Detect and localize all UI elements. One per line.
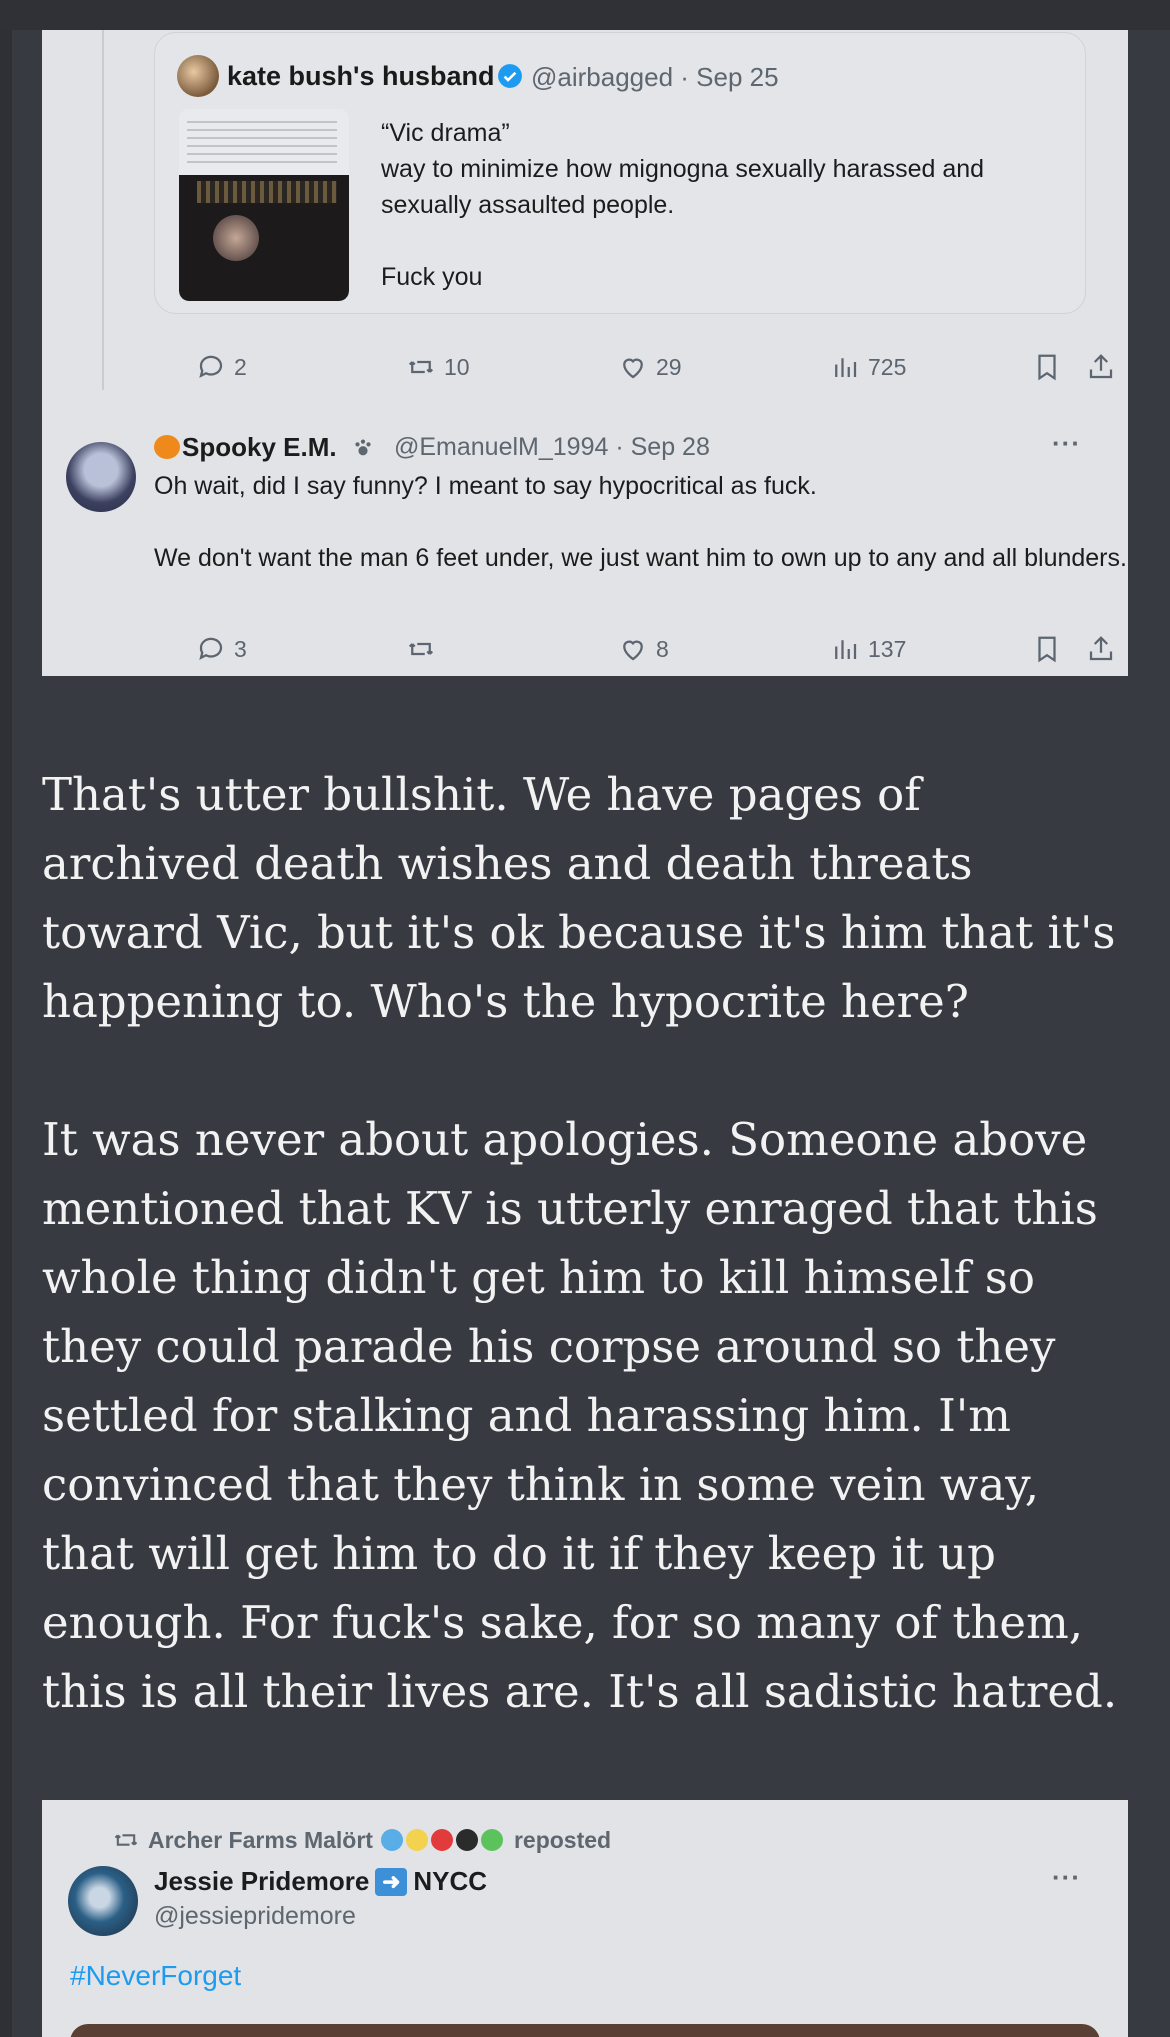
bear-paw-icon xyxy=(355,439,371,456)
thumbnail-face xyxy=(213,215,259,261)
author-name: Spooky E.M. xyxy=(154,432,374,463)
post-body: That's utter bullshit. We have pages of … xyxy=(42,760,1132,1726)
author-name: kate bush's husband xyxy=(227,61,495,91)
thumbnail-stage xyxy=(197,181,337,203)
tweet-line xyxy=(381,223,1061,259)
yellow-heart-icon xyxy=(405,1828,428,1851)
handle-and-date: @airbagged · Sep 25 xyxy=(531,62,779,92)
views-button[interactable]: 725 xyxy=(830,352,906,382)
black-heart-icon xyxy=(455,1828,478,1851)
repost-icon xyxy=(114,1834,138,1846)
left-rail xyxy=(0,30,12,2037)
heart-emojis xyxy=(380,1827,506,1854)
share-button[interactable] xyxy=(1086,634,1116,664)
bookmark-icon xyxy=(1038,354,1056,381)
author-name[interactable]: Jessie Pridemore ➜ NYCC xyxy=(154,1866,487,1897)
heart-icon xyxy=(623,640,643,661)
tweet-line: way to minimize how mignogna sexually ha… xyxy=(381,155,985,219)
like-button[interactable]: 8 xyxy=(618,634,669,664)
repost-header: Archer Farms Malört reposted xyxy=(112,1826,611,1854)
tweet-text: Oh wait, did I say funny? I meant to say… xyxy=(154,468,1128,576)
blue-heart-icon xyxy=(380,1828,403,1851)
like-button[interactable]: 29 xyxy=(618,352,682,382)
repost-button[interactable]: 10 xyxy=(406,352,470,382)
action-bar: 3 8 137 xyxy=(154,634,1114,674)
thumbnail-text xyxy=(187,115,337,167)
views-icon xyxy=(835,358,857,377)
post-paragraph: That's utter bullshit. We have pages of … xyxy=(42,768,1116,1028)
tweet-line: We don't want the man 6 feet under, we j… xyxy=(154,544,1127,572)
hashtag-link[interactable]: #NeverForget xyxy=(70,1960,241,1992)
views-button[interactable]: 137 xyxy=(830,634,906,664)
tweet-line xyxy=(154,504,1128,540)
tweet-line: Fuck you xyxy=(381,263,483,291)
reply-icon xyxy=(199,355,223,378)
avatar xyxy=(66,442,136,512)
more-options-button[interactable]: ··· xyxy=(1052,428,1081,459)
bookmark-icon xyxy=(1038,636,1056,663)
post-paragraph: It was never about apologies. Someone ab… xyxy=(42,1113,1118,1718)
bookmark-button[interactable] xyxy=(1032,634,1062,664)
views-icon xyxy=(835,640,857,659)
tweet-text: “Vic drama” way to minimize how mignogna… xyxy=(381,115,1061,295)
verified-badge-icon xyxy=(498,64,522,88)
avatar xyxy=(177,55,219,97)
reposter-name[interactable]: Archer Farms Malört xyxy=(148,1827,373,1854)
thread-line xyxy=(102,30,104,390)
green-heart-icon xyxy=(480,1828,503,1851)
repost-button[interactable] xyxy=(406,634,444,664)
media-thumbnail[interactable] xyxy=(179,109,349,301)
reply-tweet[interactable]: Spooky E.M. @EmanuelM_1994 · Sep 28 ··· … xyxy=(42,410,1128,650)
embedded-tweet-screenshot: Archer Farms Malört reposted Jessie Prid… xyxy=(42,1800,1128,2037)
red-heart-icon xyxy=(430,1828,453,1851)
share-icon xyxy=(1089,354,1113,379)
reply-button[interactable]: 2 xyxy=(196,352,247,382)
embedded-tweet-screenshot: kate bush's husband @airbagged · Sep 25 … xyxy=(42,30,1128,676)
share-button[interactable] xyxy=(1086,352,1116,382)
action-bar: 2 10 29 725 xyxy=(154,352,1114,392)
share-icon xyxy=(1089,636,1113,661)
reply-button[interactable]: 3 xyxy=(196,634,247,664)
tweet-line: Oh wait, did I say funny? I meant to say… xyxy=(154,472,817,500)
quoted-tweet-card[interactable]: kate bush's husband @airbagged · Sep 25 … xyxy=(154,32,1086,314)
bookmark-button[interactable] xyxy=(1032,352,1062,382)
pumpkin-icon xyxy=(154,435,180,459)
media-preview[interactable] xyxy=(70,2024,1100,2037)
repost-icon xyxy=(408,642,434,656)
repost-icon xyxy=(408,360,434,374)
heart-icon xyxy=(623,358,643,379)
handle-and-date: @EmanuelM_1994 · Sep 28 xyxy=(394,433,710,461)
avatar[interactable] xyxy=(68,1866,138,1936)
tweet-line: “Vic drama” xyxy=(381,119,510,147)
top-bar xyxy=(0,0,1170,30)
right-arrow-icon: ➜ xyxy=(375,1867,408,1896)
more-options-button[interactable]: ··· xyxy=(1052,1862,1081,1893)
handle: @jessiepridemore xyxy=(154,1902,356,1930)
reply-icon xyxy=(199,637,223,660)
reposted-label: reposted xyxy=(513,1826,612,1853)
